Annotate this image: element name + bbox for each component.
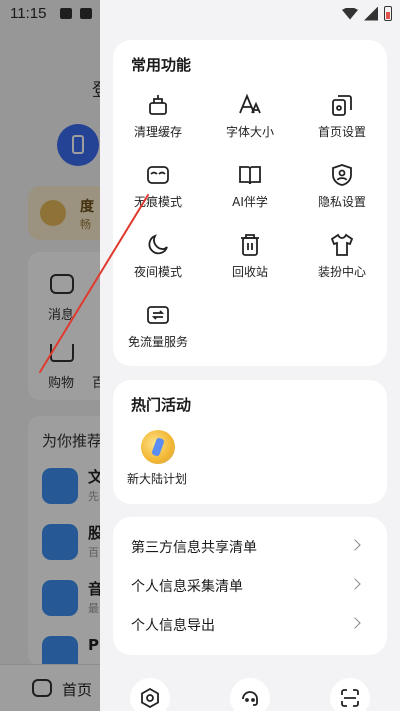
third-party-sharing-list-row[interactable]: 第三方信息共享清单 xyxy=(113,527,387,566)
customer-service-icon xyxy=(242,691,258,706)
data-free-service-button[interactable]: 免流量服务 xyxy=(113,302,203,350)
theme-center-button[interactable]: 装扮中心 xyxy=(297,232,387,280)
row-label: 个人信息导出 xyxy=(131,618,215,634)
trash-icon xyxy=(241,234,259,256)
new-continent-label[interactable]: 新大陆计划 xyxy=(127,470,187,487)
incognito-mode-button[interactable]: 无痕模式 xyxy=(113,162,203,210)
broom-icon xyxy=(149,95,167,115)
info-collection-list-row[interactable]: 个人信息采集清单 xyxy=(113,566,387,605)
customer-service-button[interactable] xyxy=(230,678,270,711)
homepage-settings-icon xyxy=(332,95,352,116)
personal-info-card: 第三方信息共享清单 个人信息采集清单 个人信息导出 xyxy=(113,517,387,655)
scan-icon xyxy=(341,689,359,707)
chevron-right-icon xyxy=(349,617,361,629)
tshirt-icon xyxy=(330,233,354,256)
recycle-bin-button[interactable]: 回收站 xyxy=(205,232,295,280)
ai-study-label: AI伴学 xyxy=(232,195,268,209)
clear-cache-label: 清理缓存 xyxy=(133,125,182,139)
new-continent-icon[interactable] xyxy=(141,430,175,464)
info-export-row[interactable]: 个人信息导出 xyxy=(113,605,387,644)
signal-icon xyxy=(364,6,378,21)
privacy-settings-button[interactable]: 隐私设置 xyxy=(297,162,387,210)
data-free-service-label: 免流量服务 xyxy=(127,335,188,349)
hot-activities-card: 热门活动 新大陆计划 xyxy=(113,380,387,504)
hot-activities-title: 热门活动 xyxy=(131,396,192,414)
clear-cache-button[interactable]: 清理缓存 xyxy=(113,92,203,140)
theme-center-label: 装扮中心 xyxy=(317,265,366,279)
font-size-button[interactable]: 字体大小 xyxy=(205,92,295,140)
privacy-shield-icon xyxy=(332,164,352,186)
ai-study-button[interactable]: AI伴学 xyxy=(205,162,295,210)
privacy-settings-label: 隐私设置 xyxy=(317,195,366,209)
homepage-settings-label: 首页设置 xyxy=(317,125,366,139)
recycle-bin-label: 回收站 xyxy=(231,265,268,279)
row-label: 第三方信息共享清单 xyxy=(131,540,257,556)
book-icon xyxy=(239,166,261,185)
side-drawer: 常用功能 清理缓存 字体大小 首页设置 无痕模式 AI伴学 隐私设置 夜间模式 xyxy=(100,0,400,711)
wifi-icon xyxy=(342,7,358,20)
night-mode-button[interactable]: 夜间模式 xyxy=(113,232,203,280)
common-functions-card: 常用功能 清理缓存 字体大小 首页设置 无痕模式 AI伴学 隐私设置 夜间模式 xyxy=(113,40,387,366)
settings-hexagon-icon xyxy=(141,688,159,708)
incognito-mask-icon xyxy=(147,166,169,184)
font-size-icon xyxy=(239,93,261,114)
homepage-settings-button[interactable]: 首页设置 xyxy=(297,92,387,140)
incognito-mode-label: 无痕模式 xyxy=(133,195,182,209)
row-label: 个人信息采集清单 xyxy=(131,579,243,595)
chevron-right-icon xyxy=(349,578,361,590)
moon-icon xyxy=(148,234,168,255)
night-mode-label: 夜间模式 xyxy=(133,265,182,279)
common-functions-title: 常用功能 xyxy=(131,56,192,74)
font-size-label: 字体大小 xyxy=(225,125,274,139)
settings-button[interactable] xyxy=(130,678,170,711)
data-free-icon xyxy=(147,306,169,324)
scan-button[interactable] xyxy=(330,678,370,711)
battery-icon xyxy=(384,6,392,21)
chevron-right-icon xyxy=(349,539,361,551)
